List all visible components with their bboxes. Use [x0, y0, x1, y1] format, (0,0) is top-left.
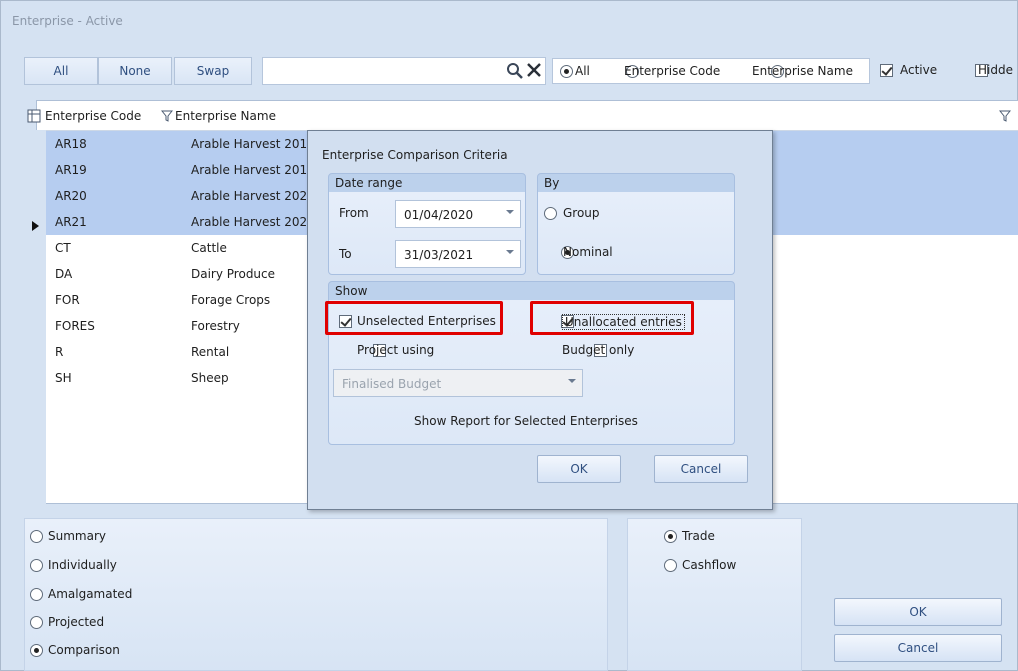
- row-code: AR18: [55, 137, 87, 151]
- summary-label: Summary: [48, 529, 106, 543]
- cashflow-label: Cashflow: [682, 558, 737, 572]
- from-date-value: 01/04/2020: [404, 208, 474, 222]
- row-name: Arable Harvest 202: [191, 189, 308, 203]
- row-code: AR21: [55, 215, 87, 229]
- row-name: Sheep: [191, 371, 229, 385]
- row-name: Rental: [191, 345, 230, 359]
- from-label: From: [339, 206, 369, 220]
- row-code: CT: [55, 241, 71, 255]
- swap-button[interactable]: Swap: [174, 57, 252, 85]
- project-using-label: Project using: [357, 343, 435, 357]
- comparison-label: Comparison: [48, 643, 120, 657]
- filter-all-radio[interactable]: [560, 65, 573, 78]
- filter-options: All Enterprise Code Enterprise Name: [552, 58, 870, 84]
- option-cashflow[interactable]: Cashflow: [664, 557, 784, 579]
- summary-radio[interactable]: [30, 530, 43, 543]
- chevron-down-icon[interactable]: [506, 250, 514, 254]
- row-code: SH: [55, 371, 72, 385]
- option-projected[interactable]: Projected: [30, 614, 190, 636]
- row-code: AR20: [55, 189, 87, 203]
- row-name: Arable Harvest 202: [191, 215, 308, 229]
- chevron-down-icon[interactable]: [506, 210, 514, 214]
- dialog-title: Enterprise Comparison Criteria: [322, 148, 508, 162]
- all-button[interactable]: All: [24, 57, 98, 85]
- by-group-radio[interactable]: [544, 207, 557, 220]
- by-group: By Group Nominal: [537, 173, 735, 275]
- row-name: Arable Harvest 201: [191, 163, 308, 177]
- filter-all-label: All: [575, 64, 590, 78]
- budget-only-label: Budget only: [562, 343, 635, 357]
- option-trade[interactable]: Trade: [664, 528, 784, 550]
- row-code: AR19: [55, 163, 87, 177]
- budget-select-value: Finalised Budget: [342, 377, 442, 391]
- row-code: R: [55, 345, 64, 359]
- chevron-down-icon[interactable]: [568, 379, 576, 383]
- to-date-value: 31/03/2021: [404, 248, 474, 262]
- current-row-arrow-icon: [32, 221, 39, 231]
- filter-funnel-icon[interactable]: [999, 110, 1011, 122]
- to-date-picker[interactable]: 31/03/2021: [395, 240, 521, 268]
- column-enterprise-code[interactable]: Enterprise Code: [45, 109, 141, 123]
- comparison-radio[interactable]: [30, 644, 43, 657]
- column-enterprise-name[interactable]: Enterprise Name: [175, 109, 276, 123]
- option-individually[interactable]: Individually: [30, 557, 190, 579]
- date-range-title: Date range: [335, 176, 403, 190]
- trade-label: Trade: [682, 529, 715, 543]
- row-name: Dairy Produce: [191, 267, 276, 281]
- window-title: Enterprise - Active: [12, 14, 123, 28]
- row-name: Cattle: [191, 241, 227, 255]
- projected-label: Projected: [48, 615, 105, 629]
- row-code: FORES: [55, 319, 95, 333]
- row-name: Forage Crops: [191, 293, 271, 307]
- trade-radio[interactable]: [664, 530, 677, 543]
- ok-button[interactable]: OK: [834, 598, 1002, 626]
- none-button[interactable]: None: [98, 57, 172, 85]
- option-amalgamated[interactable]: Amalgamated: [30, 586, 190, 608]
- individually-radio[interactable]: [30, 559, 43, 572]
- amalgamated-radio[interactable]: [30, 588, 43, 601]
- active-label: Active: [900, 63, 938, 77]
- option-comparison[interactable]: Comparison: [30, 642, 190, 664]
- amalgamated-label: Amalgamated: [48, 587, 133, 601]
- grid-header: Enterprise Code Enterprise Name: [27, 101, 1018, 131]
- by-title: By: [544, 176, 560, 190]
- filter-code-label: Enterprise Code: [624, 64, 721, 78]
- row-code: FOR: [55, 293, 80, 307]
- filter-funnel-icon[interactable]: [161, 110, 173, 122]
- search-input[interactable]: [262, 57, 546, 85]
- to-label: To: [339, 247, 352, 261]
- from-date-picker[interactable]: 01/04/2020: [395, 200, 521, 228]
- row-name: Forestry: [191, 319, 240, 333]
- individually-label: Individually: [48, 558, 117, 572]
- option-summary[interactable]: Summary: [30, 528, 190, 550]
- projected-radio[interactable]: [30, 616, 43, 629]
- row-name: Arable Harvest 201: [191, 137, 308, 151]
- show-report-text: Show Report for Selected Enterprises: [414, 414, 638, 428]
- row-indicator-column: [24, 130, 46, 504]
- date-range-group: Date range From 01/04/2020 To 31/03/2021: [328, 173, 526, 275]
- active-checkbox[interactable]: [880, 64, 893, 77]
- dialog-cancel-button[interactable]: Cancel: [654, 455, 748, 483]
- show-title: Show: [335, 284, 368, 298]
- search-icon[interactable]: [506, 62, 524, 80]
- filter-name-label: Enterprise Name: [752, 64, 853, 78]
- by-group-label: Group: [563, 206, 600, 220]
- hidden-label: Hidde: [978, 63, 1013, 77]
- highlight-unallocated-entries: [530, 301, 694, 335]
- dialog-ok-button[interactable]: OK: [537, 455, 621, 483]
- by-nominal-label: Nominal: [563, 245, 613, 259]
- row-code: DA: [55, 267, 73, 281]
- highlight-unselected-enterprises: [325, 301, 503, 335]
- budget-select[interactable]: Finalised Budget: [333, 369, 583, 397]
- cashflow-radio[interactable]: [664, 559, 677, 572]
- clear-icon[interactable]: [526, 62, 542, 78]
- column-chooser-icon[interactable]: [27, 109, 41, 123]
- cancel-button[interactable]: Cancel: [834, 634, 1002, 662]
